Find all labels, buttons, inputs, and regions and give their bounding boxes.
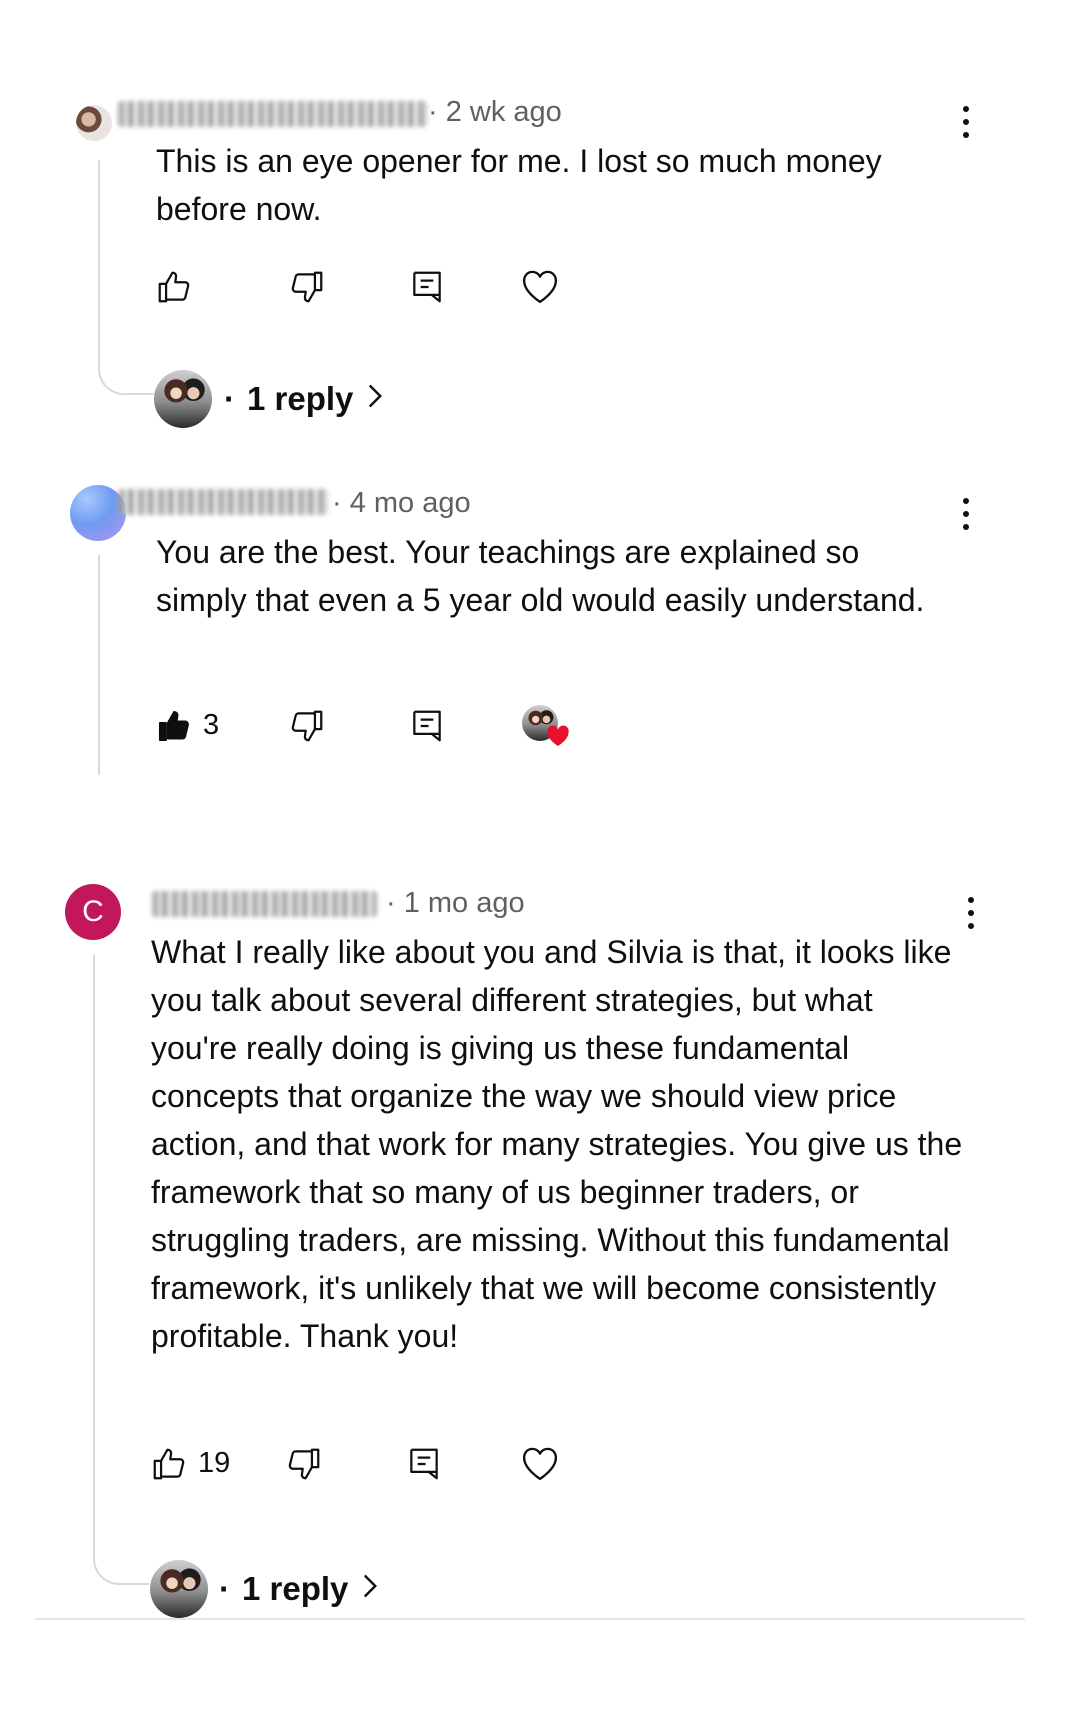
- view-replies-link[interactable]: · 1 reply: [219, 1570, 380, 1608]
- thumbs-up-filled-icon[interactable]: [155, 707, 193, 745]
- thread-line: [98, 160, 100, 360]
- thumbs-up-icon[interactable]: [155, 268, 193, 306]
- heart-icon[interactable]: [520, 1444, 560, 1482]
- comment-timestamp: · 1 mo ago: [386, 887, 525, 919]
- comment-body: This is an eye opener for me. I lost so …: [156, 143, 882, 227]
- more-options-icon[interactable]: [960, 106, 972, 138]
- commenter-name-redacted[interactable]: [118, 489, 328, 515]
- more-options-icon[interactable]: [960, 498, 972, 530]
- reply-comment-icon[interactable]: [405, 1445, 443, 1483]
- thumbs-down-icon[interactable]: [285, 1445, 323, 1483]
- commenter-name-redacted[interactable]: [152, 891, 377, 917]
- reply-author-avatar[interactable]: [154, 370, 212, 428]
- reply-author-avatar[interactable]: [150, 1560, 208, 1618]
- thread-curve: [93, 1540, 149, 1585]
- thumbs-down-icon[interactable]: [288, 707, 326, 745]
- thread-line: [93, 955, 95, 1545]
- reply-count-label: 1 reply: [242, 1570, 349, 1607]
- commenter-name-redacted[interactable]: [118, 101, 428, 127]
- heart-icon[interactable]: [520, 267, 560, 305]
- comment-body: What I really like about you and Silvia …: [151, 934, 963, 1354]
- comment-timestamp: · 2 wk ago: [428, 96, 562, 128]
- reply-count-label: 1 reply: [247, 380, 354, 417]
- chevron-right-icon: [360, 1570, 380, 1608]
- more-options-icon[interactable]: [965, 897, 977, 929]
- like-count: 3: [203, 709, 220, 741]
- reply-comment-icon[interactable]: [408, 707, 446, 745]
- commenter-avatar[interactable]: C: [65, 884, 121, 940]
- comment-timestamp: · 4 mo ago: [332, 487, 471, 519]
- thread-curve: [98, 355, 154, 395]
- heart-filled-icon: [546, 725, 570, 752]
- commenter-avatar[interactable]: [76, 105, 112, 141]
- thread-line: [98, 555, 100, 775]
- like-count: 19: [198, 1447, 231, 1479]
- chevron-right-icon: [365, 380, 385, 418]
- reply-comment-icon[interactable]: [408, 268, 446, 306]
- list-divider: [35, 1618, 1025, 1620]
- thumbs-down-icon[interactable]: [288, 268, 326, 306]
- view-replies-link[interactable]: · 1 reply: [224, 380, 385, 418]
- comment-body: You are the best. Your teachings are exp…: [156, 534, 925, 618]
- thumbs-up-icon[interactable]: [150, 1445, 188, 1483]
